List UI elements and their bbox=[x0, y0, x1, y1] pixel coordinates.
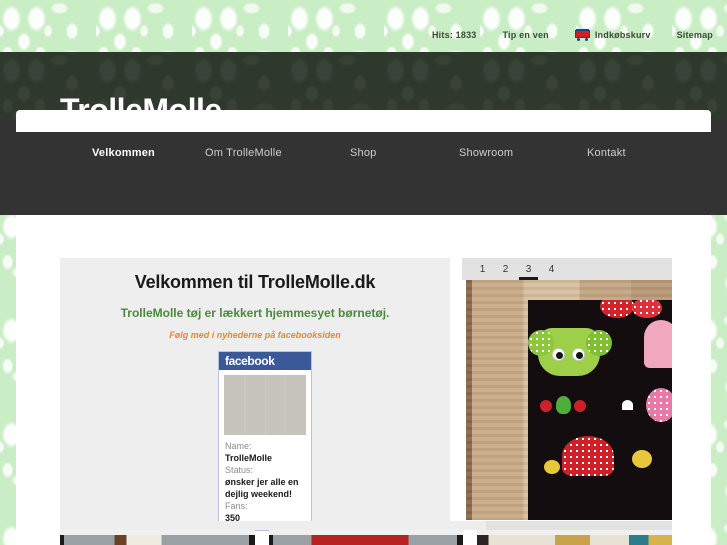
nav-item-shop[interactable]: Shop bbox=[350, 147, 377, 159]
thumbnail-row-top-edge bbox=[60, 521, 672, 530]
facebook-note: Følg med i nyhederne på facebooksiden bbox=[169, 330, 341, 340]
facebook-widget-photo bbox=[224, 375, 306, 435]
sitemap-label: Sitemap bbox=[676, 30, 713, 40]
thumbnail-1[interactable] bbox=[60, 530, 255, 545]
cart-icon bbox=[574, 29, 590, 41]
shopping-cart-link[interactable]: Indkøbskurv bbox=[574, 29, 651, 41]
site-header bbox=[0, 52, 727, 215]
tip-a-friend-link[interactable]: Tip en ven bbox=[503, 30, 549, 40]
facebook-name-label: Name: bbox=[225, 441, 252, 451]
facebook-status-value: ønsker jer alle en dejlig weekend! bbox=[225, 477, 299, 499]
white-panel-top-edge bbox=[16, 110, 711, 132]
main-navigation: Velkommen Om TrolleMolle Shop Showroom K… bbox=[0, 147, 727, 175]
nav-item-om-trollemolle[interactable]: Om TrolleMolle bbox=[205, 147, 282, 159]
gallery-tab-3[interactable]: 3 bbox=[517, 258, 540, 280]
welcome-content-panel: Velkommen til TrolleMolle.dk TrolleMolle… bbox=[60, 258, 450, 531]
facebook-fans-label: Fans: bbox=[225, 501, 248, 511]
nav-item-showroom[interactable]: Showroom bbox=[459, 147, 513, 159]
gallery-tab-2[interactable]: 2 bbox=[494, 258, 517, 280]
gallery-tab-4[interactable]: 4 bbox=[540, 258, 563, 280]
shopping-cart-label: Indkøbskurv bbox=[594, 30, 651, 40]
facebook-status-label: Status: bbox=[225, 465, 254, 475]
thumbnail-2[interactable] bbox=[268, 530, 464, 545]
page-title: Velkommen til TrolleMolle.dk bbox=[134, 272, 376, 292]
hits-counter: Hits: 1833 bbox=[432, 30, 477, 40]
gallery-tab-1[interactable]: 1 bbox=[471, 258, 494, 280]
hits-counter-label: Hits: 1833 bbox=[431, 30, 477, 40]
gallery-main-image[interactable] bbox=[466, 280, 672, 520]
tip-a-friend-label: Tip en ven bbox=[502, 30, 549, 40]
sitemap-link[interactable]: Sitemap bbox=[677, 30, 713, 40]
facebook-widget-header: facebook bbox=[219, 352, 311, 370]
top-utility-bar: Hits: 1833 Tip en ven Indkøbskurv Sitema… bbox=[0, 0, 727, 52]
thumbnail-row bbox=[60, 530, 673, 545]
thumbnail-3[interactable] bbox=[477, 530, 673, 545]
gallery-tab-strip: 1 2 3 4 bbox=[462, 258, 672, 280]
gallery-image-fabric bbox=[528, 300, 672, 520]
facebook-widget[interactable]: facebook Name: TrolleMolle Status: ønske… bbox=[218, 351, 312, 531]
facebook-name-value: TrolleMolle bbox=[225, 453, 273, 463]
page-subtitle: TrolleMolle tøj er lækkert hjemmesyet bø… bbox=[120, 306, 390, 320]
nav-item-kontakt[interactable]: Kontakt bbox=[587, 147, 626, 159]
facebook-widget-details: Name: TrolleMolle Status: ønsker jer all… bbox=[219, 440, 311, 530]
nav-item-velkommen[interactable]: Velkommen bbox=[92, 147, 155, 159]
image-gallery: 1 2 3 4 bbox=[462, 258, 672, 521]
facebook-brand-label: facebook bbox=[225, 354, 275, 368]
